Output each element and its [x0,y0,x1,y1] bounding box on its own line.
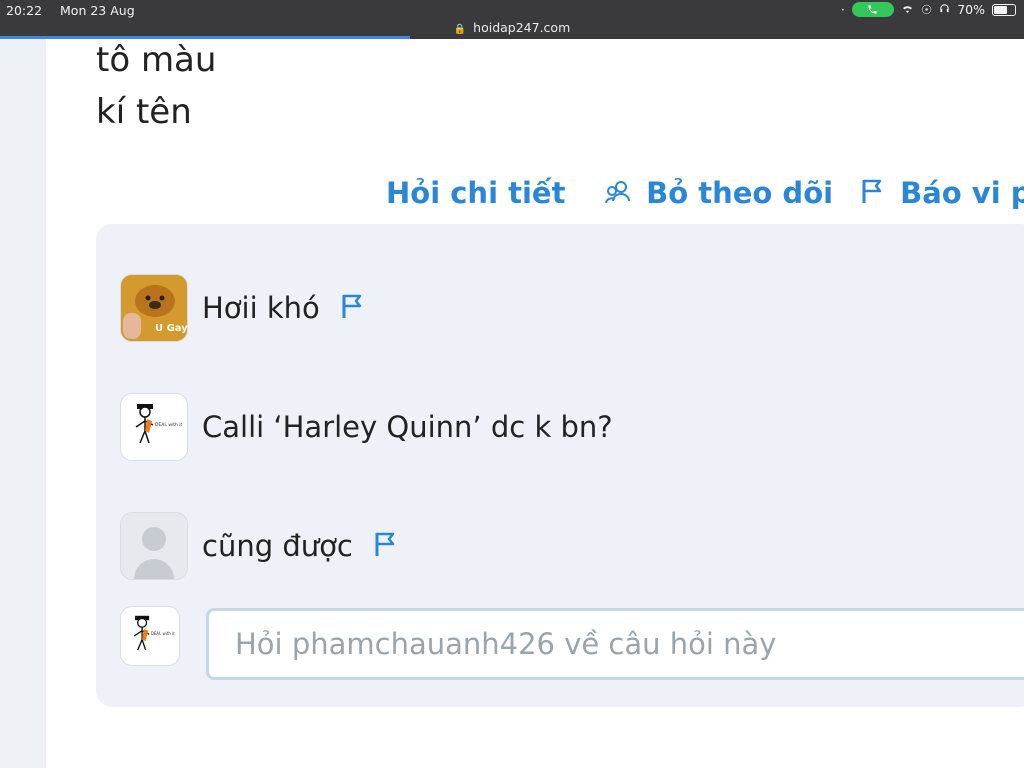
report-flag-icon[interactable] [373,530,399,562]
comment-text: Hơii khó [202,291,320,325]
avatar-caption: DEAL with it [151,631,175,636]
lock-icon: 🔒 [453,24,467,35]
comment-item: DEAL with it Calli ‘Harley Quinn’ dc k b… [120,393,613,461]
post-line-2: kí tên [96,92,192,132]
battery-percent: 70% [957,2,985,17]
status-time: 20:22 [6,3,43,18]
address-bar[interactable]: 🔒 hoidap247.com [0,20,1024,35]
report-label: Báo vi ph [900,176,1024,210]
comment-text: cũng được [202,529,353,563]
avatar[interactable] [120,512,188,580]
unfollow-label: Bỏ theo dõi [646,176,834,210]
status-right: ⋅ ☉ 70% [841,2,1016,17]
status-bar: 20:22 Mon 23 Aug 🔒 hoidap247.com ⋅ ☉ 70% [0,0,1024,39]
battery-fill [994,5,1007,14]
location-icon: ☉ [920,2,933,17]
wifi-icon [901,2,914,17]
activity-icon: ⋅ [841,2,845,17]
comments-panel: U Gay Hơii khó DEAL with it Calli ‘Harle… [96,224,1024,707]
avatar-caption: DEAL with it [155,422,183,428]
ask-question-input[interactable] [206,608,1024,680]
status-date: Mon 23 Aug [60,3,135,18]
current-user-avatar[interactable]: DEAL with it [120,606,180,666]
flag-icon [860,176,900,210]
unfollow-button[interactable]: Bỏ theo dõi [604,176,833,210]
report-button[interactable]: Báo vi ph [860,176,1024,210]
comment-item: U Gay Hơii khó [120,274,366,342]
battery-icon [992,3,1016,16]
avatar[interactable]: U Gay [120,274,188,342]
avatar-caption: U Gay [155,323,187,334]
call-pill-icon[interactable] [851,2,894,17]
report-flag-icon[interactable] [340,292,366,324]
url-text: hoidap247.com [473,20,571,35]
ask-row: DEAL with it [120,606,180,666]
post-line-1: tô màu [96,40,217,80]
users-icon [604,176,646,210]
headphones-icon [939,2,950,17]
comment-item: cũng được [120,512,399,580]
avatar[interactable]: DEAL with it [120,393,188,461]
comment-text: Calli ‘Harley Quinn’ dc k bn? [202,410,613,444]
status-left: 20:22 Mon 23 Aug [6,3,149,18]
ask-detail-link[interactable]: Hỏi chi tiết [386,176,565,210]
